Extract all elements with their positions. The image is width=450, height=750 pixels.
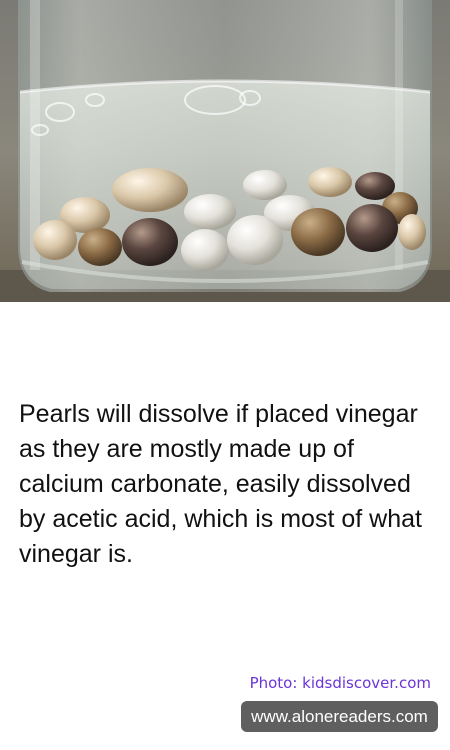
pearls-photo bbox=[0, 0, 450, 302]
watermark-badge: www.alonereaders.com bbox=[241, 701, 438, 732]
photo-credit: Photo: kidsdiscover.com bbox=[249, 674, 431, 692]
caption-text: Pearls will dissolve if placed vinegar a… bbox=[19, 400, 422, 568]
